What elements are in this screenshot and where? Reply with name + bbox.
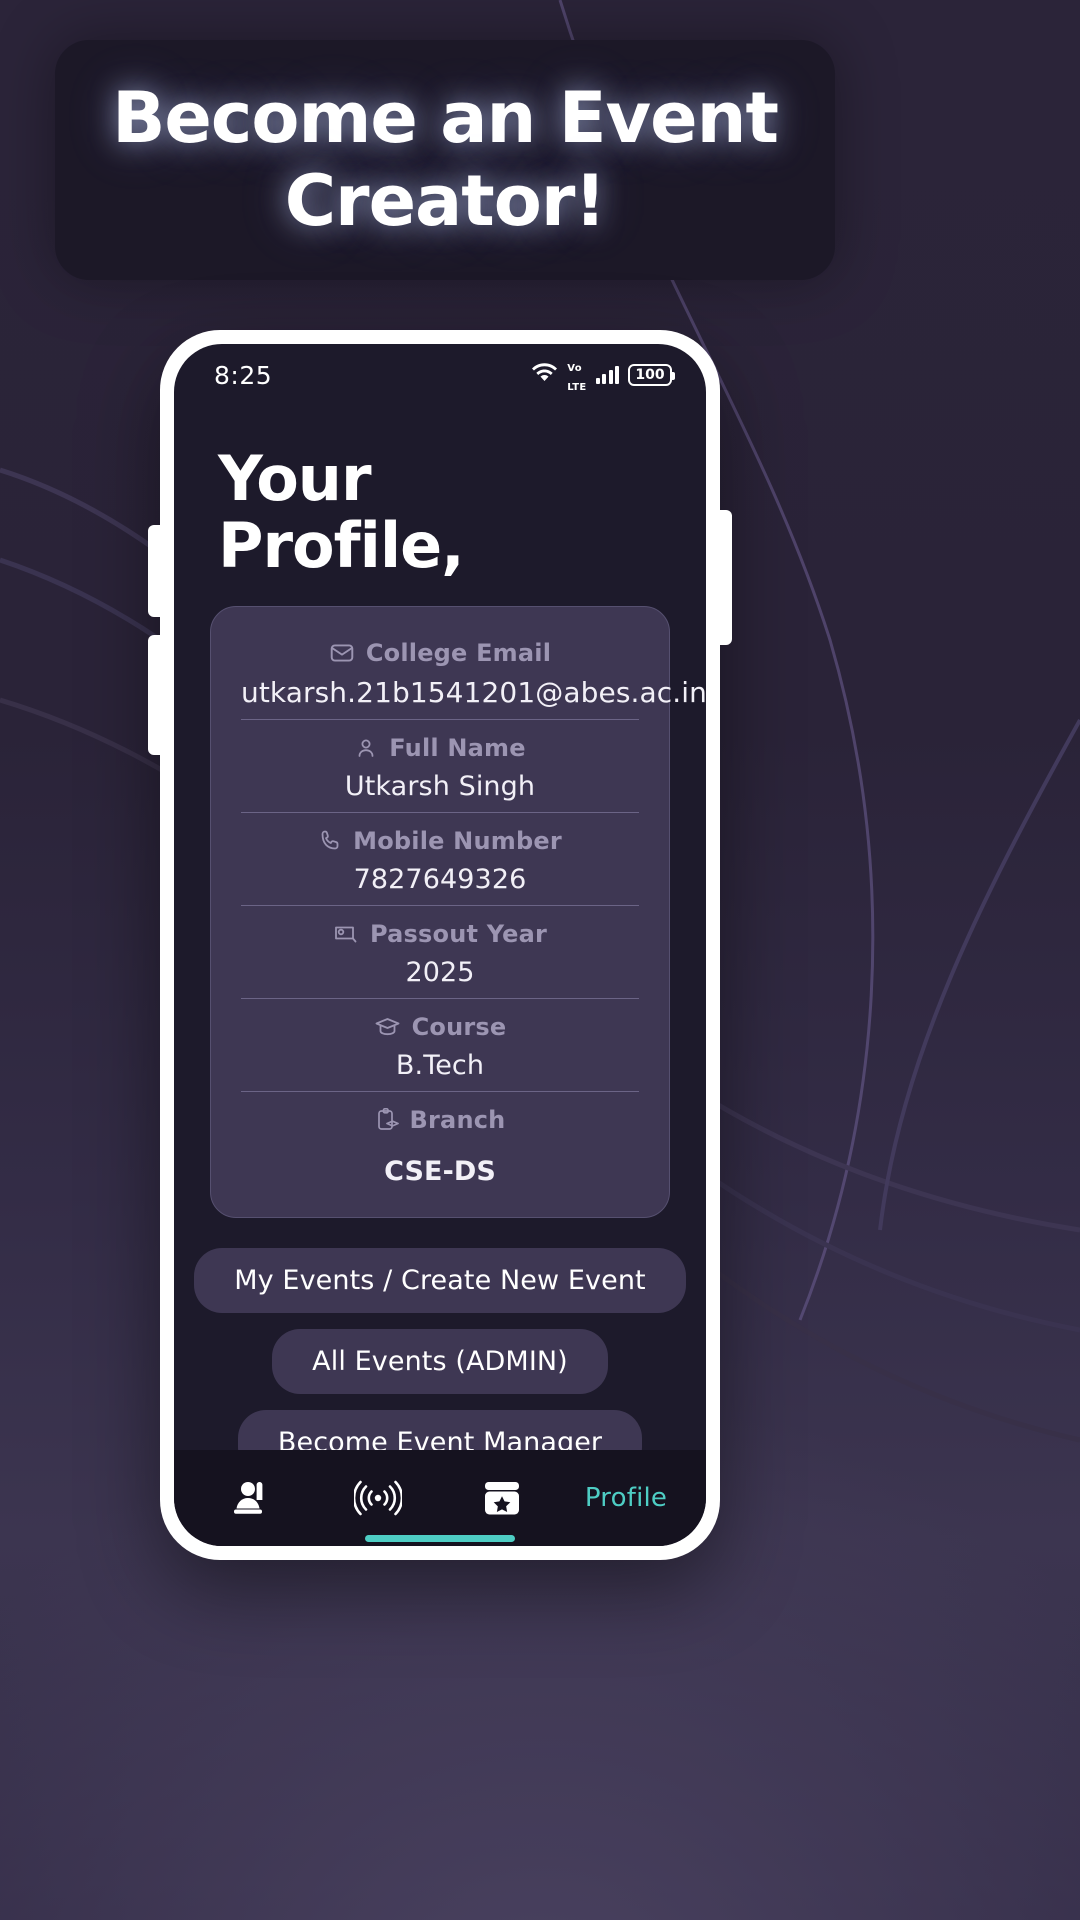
nav-item-events[interactable] — [442, 1450, 562, 1546]
nav-item-profile[interactable]: Profile — [566, 1450, 686, 1546]
profile-field-label-text: College Email — [365, 638, 552, 667]
profile-field-label-text: Full Name — [389, 733, 526, 762]
profile-field-label: College Email — [241, 639, 639, 667]
promo-headline-line2: Creator! — [284, 160, 607, 242]
profile-field-branch: Branch CSE-DS — [241, 1092, 639, 1191]
nav-item-volunteer[interactable] — [194, 1450, 314, 1546]
phone-power-button — [716, 510, 732, 645]
phone-screen: 8:25 Vo LTE 100 Your Profile, College Em… — [174, 344, 706, 1546]
phone-mockup: 8:25 Vo LTE 100 Your Profile, College Em… — [148, 330, 732, 1560]
profile-field-label-text: Course — [411, 1012, 507, 1041]
page-title: Your Profile, — [174, 406, 706, 606]
status-bar-clock: 8:25 — [214, 360, 273, 390]
page-title-line2: Profile, — [218, 508, 465, 582]
broadcast-icon — [354, 1477, 402, 1519]
action-buttons: My Events / Create New Event All Events … — [174, 1247, 706, 1450]
profile-field-value: CSE-DS — [384, 1155, 496, 1187]
promo-banner: Become an Event Creator! — [55, 40, 835, 280]
profile-field-value: 2025 — [405, 956, 475, 988]
my-events-create-event-button[interactable]: My Events / Create New Event — [194, 1247, 686, 1313]
profile-field-label: Mobile Number — [241, 827, 639, 855]
page-title-line1: Your — [218, 442, 372, 515]
volte-label-top: Vo — [567, 363, 582, 374]
profile-field-value: 7827649326 — [353, 863, 527, 895]
profile-field-label-text: Passout Year — [370, 919, 547, 948]
profile-field-label-text: Branch — [409, 1105, 506, 1134]
nav-item-live[interactable] — [318, 1450, 438, 1546]
profile-card: College Email utkarsh.21b1541201@abes.ac… — [210, 605, 706, 1218]
profile-field-value: B.Tech — [395, 1049, 485, 1081]
clipboard-cap-icon — [375, 1107, 399, 1133]
all-events-admin-button[interactable]: All Events (ADMIN) — [272, 1328, 608, 1394]
presentation-icon — [333, 922, 359, 946]
status-bar-icons: Vo LTE 100 — [531, 356, 675, 394]
home-indicator — [365, 1535, 515, 1542]
wifi-icon — [531, 363, 558, 387]
volte-label-bottom: LTE — [567, 382, 587, 393]
raised-hand-person-icon — [231, 1476, 277, 1520]
phone-icon — [318, 829, 342, 853]
phone-volume-up-button — [148, 525, 164, 617]
volte-icon: Vo LTE — [567, 356, 586, 394]
profile-field-value: Utkarsh Singh — [344, 770, 536, 802]
profile-field-full-name: Full Name Utkarsh Singh — [241, 720, 639, 813]
profile-field-label: Course — [241, 1013, 639, 1041]
phone-volume-down-button — [148, 635, 164, 755]
profile-field-label-text: Mobile Number — [353, 826, 562, 855]
profile-field-course: Course B.Tech — [241, 999, 639, 1092]
battery-icon: 100 — [628, 364, 675, 386]
profile-field-value: utkarsh.21b1541201@abes.ac.in — [241, 675, 706, 709]
profile-field-label: Full Name — [241, 734, 639, 762]
promo-headline-line1: Become an Event — [112, 77, 779, 160]
profile-field-mobile-number: Mobile Number 7827649326 — [241, 813, 639, 906]
graduation-cap-icon — [374, 1015, 401, 1039]
status-bar: 8:25 Vo LTE 100 — [174, 344, 706, 406]
bottom-navigation-bar: Profile — [174, 1450, 706, 1546]
profile-field-college-email: College Email utkarsh.21b1541201@abes.ac… — [241, 625, 706, 720]
become-event-manager-button[interactable]: Become Event Manager — [237, 1409, 643, 1450]
signal-bars-icon — [595, 366, 619, 384]
screen-content: Your Profile, College Email utkarsh.21b1… — [174, 406, 706, 1450]
nav-item-profile-label: Profile — [584, 1483, 668, 1513]
calendar-star-icon — [481, 1477, 523, 1519]
profile-field-label: Branch — [241, 1106, 639, 1134]
profile-field-passout-year: Passout Year 2025 — [241, 906, 639, 999]
person-icon — [354, 736, 378, 760]
envelope-icon — [329, 640, 355, 666]
profile-field-label: Passout Year — [241, 920, 639, 948]
